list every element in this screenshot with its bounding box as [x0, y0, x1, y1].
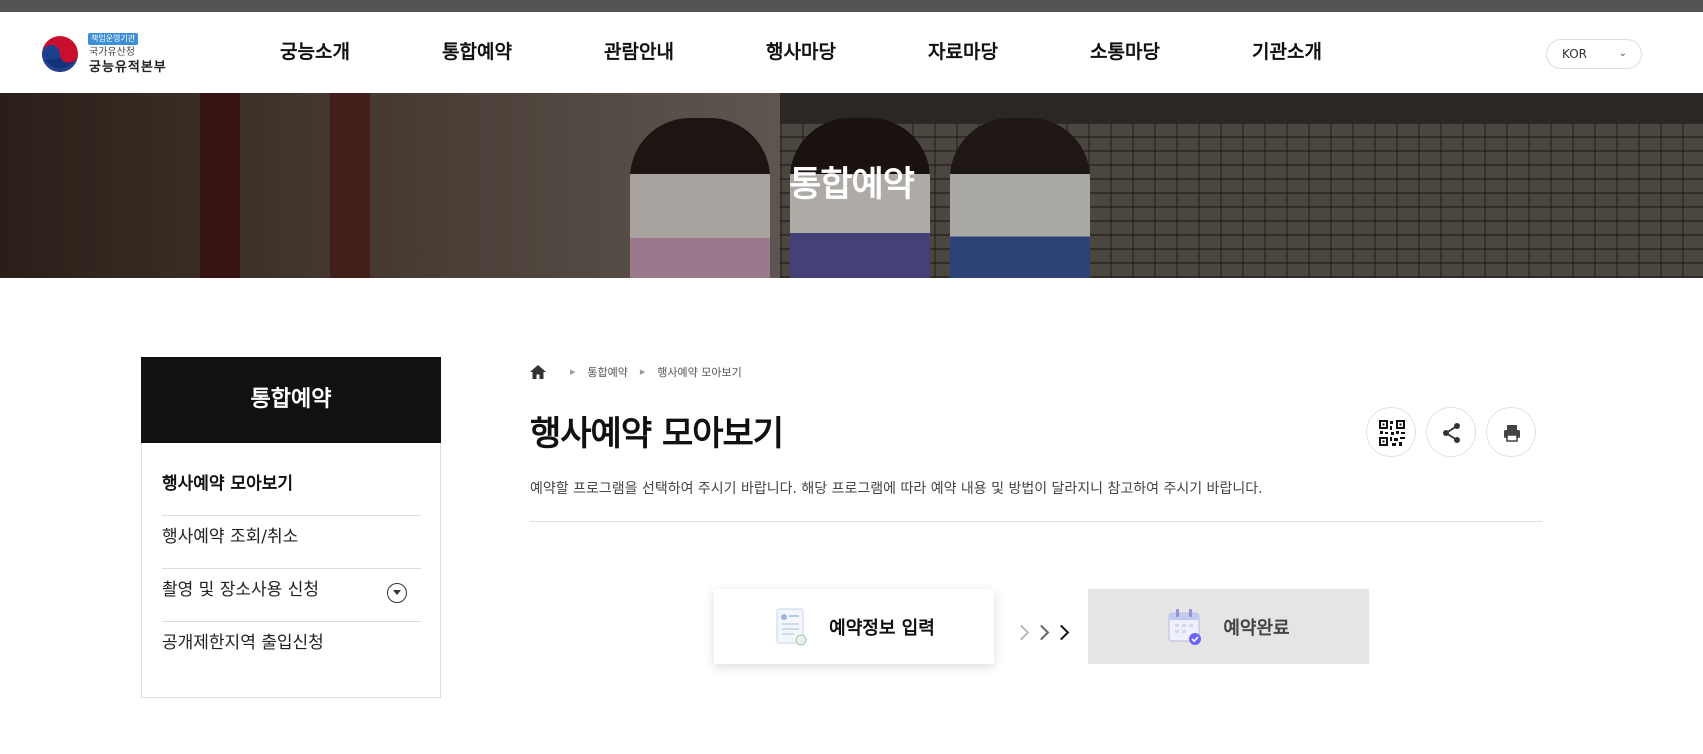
logo-title: 궁능유적본부: [89, 60, 167, 75]
breadcrumb-item-current: 행사예약 모아보기: [657, 366, 742, 379]
qr-code-icon: [1379, 420, 1405, 446]
step-reservation-complete: 예약완료: [1088, 589, 1369, 664]
logo-subtitle: 국가유산청: [89, 47, 135, 58]
sidebar-item-filming-venue[interactable]: 촬영 및 장소사용 신청: [162, 569, 421, 622]
sidebar: 통합예약 행사예약 모아보기 행사예약 조회/취소 촬영 및 장소사용 신청 공…: [141, 357, 441, 698]
home-icon[interactable]: [530, 365, 546, 379]
breadcrumb: ▶ 통합예약 ▶ 행사예약 모아보기: [530, 364, 742, 380]
nav-item-events[interactable]: 행사마당: [766, 12, 928, 93]
breadcrumb-item[interactable]: 통합예약: [587, 364, 627, 380]
main-nav: 궁능소개 통합예약 관람안내 행사마당 자료마당 소통마당 기관소개: [280, 12, 1414, 93]
qr-code-button[interactable]: [1366, 407, 1416, 457]
hero-title: 통합예약: [789, 165, 915, 205]
step-progress-arrows-icon: [1013, 619, 1076, 645]
logo-badge: 책임운영기관: [88, 33, 139, 45]
chevron-down-icon: ⌄: [1618, 48, 1627, 59]
sidebar-title: 통합예약: [141, 357, 441, 443]
top-bar: [0, 0, 1703, 12]
calendar-check-icon: [1168, 608, 1202, 645]
sidebar-menu: 행사예약 모아보기 행사예약 조회/취소 촬영 및 장소사용 신청 공개제한지역…: [162, 463, 421, 675]
sidebar-item-label: 촬영 및 장소사용 신청: [162, 580, 319, 600]
chevron-right-icon: [1013, 624, 1030, 640]
site-logo[interactable]: 책임운영기관 국가유산청 궁능유적본부: [40, 32, 180, 76]
nav-item-visit-guide[interactable]: 관람안내: [604, 12, 766, 93]
step-label: 예약완료: [1223, 617, 1290, 639]
language-value: KOR: [1562, 47, 1587, 61]
nav-item-reservation[interactable]: 통합예약: [442, 12, 604, 93]
language-select[interactable]: KOR ⌄: [1546, 39, 1642, 69]
sidebar-item-restricted-area[interactable]: 공개제한지역 출입신청: [162, 622, 421, 675]
nav-item-community[interactable]: 소통마당: [1090, 12, 1252, 93]
chevron-right-icon: [1033, 624, 1050, 640]
page-title: 행사예약 모아보기: [530, 414, 784, 454]
breadcrumb-separator-icon: ▶: [639, 368, 646, 376]
share-button[interactable]: [1426, 407, 1476, 457]
page-description: 예약할 프로그램을 선택하여 주시기 바랍니다. 해당 프로그램에 따라 예약 …: [530, 481, 1263, 497]
sidebar-item-lookup-cancel[interactable]: 행사예약 조회/취소: [162, 516, 421, 569]
document-form-icon: [776, 608, 807, 645]
nav-item-about[interactable]: 기관소개: [1252, 12, 1414, 93]
hero-banner: 통합예약: [0, 93, 1703, 278]
korea-emblem-icon: [42, 36, 78, 72]
divider: [530, 521, 1542, 522]
print-icon: [1504, 425, 1520, 442]
expand-toggle-icon[interactable]: [387, 583, 407, 603]
breadcrumb-separator-icon: ▶: [570, 368, 576, 376]
nav-item-resources[interactable]: 자료마당: [928, 12, 1090, 93]
sidebar-item-event-overview[interactable]: 행사예약 모아보기: [162, 463, 421, 516]
print-button[interactable]: [1486, 407, 1536, 457]
nav-item-palace-intro[interactable]: 궁능소개: [280, 12, 442, 93]
share-icon: [1443, 423, 1460, 443]
step-label: 예약정보 입력: [829, 617, 935, 639]
chevron-right-icon: [1053, 624, 1070, 640]
step-reservation-info: 예약정보 입력: [714, 589, 994, 664]
site-header: 책임운영기관 국가유산청 궁능유적본부 궁능소개 통합예약 관람안내 행사마당 …: [0, 12, 1703, 93]
